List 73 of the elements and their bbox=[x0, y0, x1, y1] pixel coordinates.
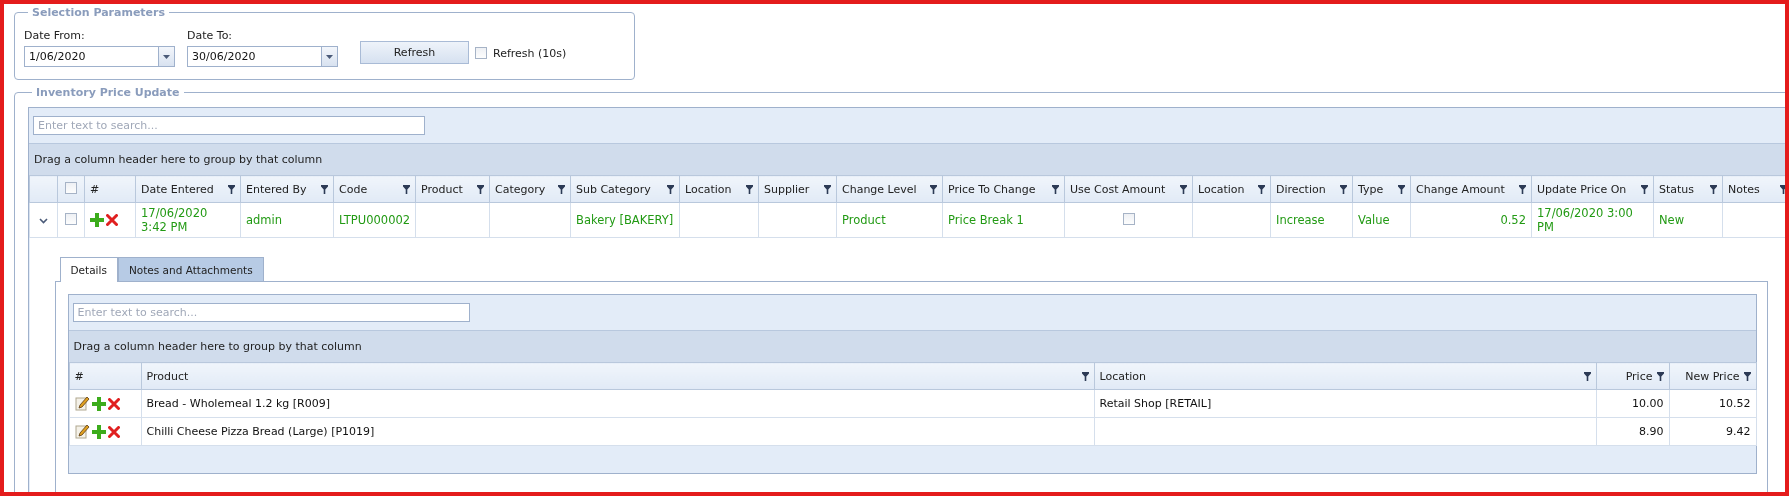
column-header[interactable]: Update Price On bbox=[1531, 175, 1654, 203]
column-header[interactable]: Notes bbox=[1722, 175, 1785, 203]
table-cell: 10.52 bbox=[1719, 397, 1751, 410]
column-header[interactable]: Direction bbox=[1270, 175, 1353, 203]
column-header[interactable]: Status bbox=[1653, 175, 1723, 203]
column-header[interactable]: Location bbox=[679, 175, 759, 203]
close-icon[interactable] bbox=[106, 214, 118, 226]
column-header[interactable]: # bbox=[69, 362, 141, 390]
column-header[interactable]: Use Cost Amount bbox=[1064, 175, 1193, 203]
column-header[interactable]: # bbox=[84, 175, 136, 203]
column-header[interactable]: New Price bbox=[1669, 362, 1756, 390]
checkbox-label: Refresh (10s) bbox=[493, 47, 567, 60]
date-picker[interactable]: 30/06/2020 bbox=[187, 46, 338, 67]
table-cell: Increase bbox=[1276, 213, 1325, 227]
column-header[interactable]: Location bbox=[1192, 175, 1271, 203]
chevron-down-icon[interactable] bbox=[39, 217, 48, 224]
table-cell: 8.90 bbox=[1639, 425, 1664, 438]
column-header[interactable]: Change Level bbox=[836, 175, 943, 203]
close-icon[interactable] bbox=[107, 397, 120, 410]
table-cell: Retail Shop [RETAIL] bbox=[1099, 397, 1212, 410]
table-cell: 0.52 bbox=[1500, 213, 1526, 227]
table-cell: 10.00 bbox=[1632, 397, 1664, 410]
table-cell: Value bbox=[1358, 213, 1390, 227]
plus-icon[interactable] bbox=[90, 213, 104, 227]
column-header[interactable]: Entered By bbox=[240, 175, 334, 203]
column-header[interactable]: Type bbox=[1352, 175, 1411, 203]
table-cell: New bbox=[1659, 213, 1685, 227]
date-picker[interactable]: 1/06/2020 bbox=[24, 46, 175, 67]
column-header[interactable]: Date Entered bbox=[135, 175, 241, 203]
group-hint: Drag a column header here to group by that column bbox=[73, 340, 362, 353]
tab[interactable]: Notes and Attachments bbox=[117, 257, 264, 281]
column-header[interactable]: Product bbox=[415, 175, 490, 203]
close-icon[interactable] bbox=[107, 425, 120, 438]
field-label: Date To: bbox=[187, 29, 234, 42]
plus-icon[interactable] bbox=[91, 396, 106, 411]
search-field[interactable]: Enter text to search... bbox=[33, 116, 425, 135]
checkbox[interactable] bbox=[1122, 212, 1135, 225]
column-header[interactable]: Product bbox=[141, 362, 1094, 390]
table-cell: 17/06/2020 3:42 PM bbox=[141, 206, 208, 234]
refresh-button[interactable]: Refresh bbox=[360, 41, 469, 64]
dropdown-button[interactable] bbox=[158, 47, 174, 66]
caret-icon bbox=[163, 54, 170, 59]
table-cell: Price Break 1 bbox=[948, 213, 1024, 227]
plus-icon[interactable] bbox=[91, 424, 106, 439]
table-cell: LTPU000002 bbox=[339, 213, 411, 227]
column-header[interactable]: Sub Category bbox=[570, 175, 680, 203]
pencil-icon[interactable] bbox=[74, 396, 90, 411]
checkbox[interactable] bbox=[65, 212, 77, 225]
tab[interactable]: Details bbox=[59, 257, 118, 282]
column-header[interactable]: Category bbox=[489, 175, 571, 203]
section-title: Selection Parameters bbox=[31, 6, 167, 19]
group-hint: Drag a column header here to group by that column bbox=[34, 153, 323, 166]
table-cell: 17/06/2020 3:00 PM bbox=[1537, 206, 1633, 234]
table-cell: admin bbox=[246, 213, 283, 227]
checkbox[interactable] bbox=[65, 181, 77, 194]
column-header[interactable]: Change Amount bbox=[1410, 175, 1532, 203]
section-title: Inventory Price Update bbox=[35, 86, 181, 99]
field-label: Date From: bbox=[24, 29, 86, 42]
table-cell: Bakery [BAKERY] bbox=[576, 213, 674, 227]
caret-icon bbox=[326, 54, 333, 59]
table-cell: Chilli Cheese Pizza Bread (Large) [P1019] bbox=[146, 425, 375, 438]
column-header[interactable]: Price bbox=[1596, 362, 1669, 390]
column-header[interactable]: Price To Change bbox=[942, 175, 1065, 203]
table-cell: Bread - Wholemeal 1.2 kg [R009] bbox=[146, 397, 331, 410]
search-field[interactable]: Enter text to search... bbox=[72, 303, 470, 322]
column-header[interactable]: Location bbox=[1094, 362, 1596, 390]
table-cell: Product bbox=[842, 213, 886, 227]
column-header[interactable]: Supplier bbox=[758, 175, 837, 203]
table-cell: 9.42 bbox=[1726, 425, 1751, 438]
pencil-icon[interactable] bbox=[74, 424, 90, 439]
column-header[interactable]: Code bbox=[333, 175, 416, 203]
checkbox[interactable] bbox=[475, 47, 487, 59]
dropdown-button[interactable] bbox=[321, 47, 337, 66]
